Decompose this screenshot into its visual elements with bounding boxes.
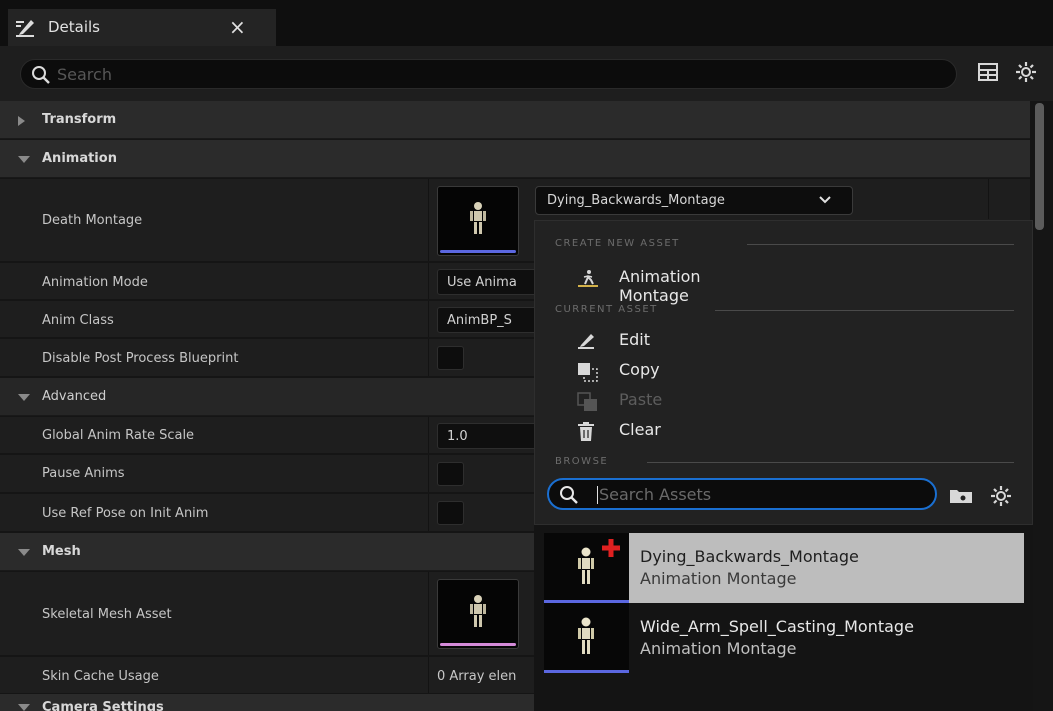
property-label: Disable Post Process Blueprint	[42, 351, 239, 366]
property-label: Skin Cache Usage	[42, 669, 159, 684]
column-divider	[428, 572, 429, 655]
search-icon	[560, 486, 578, 504]
property-label: Global Anim Rate Scale	[42, 428, 195, 443]
menu-item-label: Copy	[619, 360, 660, 379]
text-caret	[597, 486, 598, 504]
section-header-create: CREATE NEW ASSET	[555, 238, 680, 249]
thumbnail-type-bar	[440, 250, 516, 253]
thumbnail-type-bar	[440, 643, 516, 646]
category-transform[interactable]: Transform	[0, 101, 1030, 139]
property-label: Pause Anims	[42, 466, 125, 481]
column-divider	[428, 494, 429, 531]
column-divider	[428, 339, 429, 376]
property-label: Animation Mode	[42, 275, 148, 290]
menu-item-label: Clear	[619, 420, 661, 439]
tab-bar: Details ×	[0, 0, 1053, 46]
asset-type: Animation Montage	[640, 569, 797, 588]
asset-name: Dying_Backwards_Montage	[640, 547, 859, 566]
property-label: Use Ref Pose on Init Anim	[42, 506, 209, 521]
skeleton-icon	[578, 617, 594, 654]
column-divider	[428, 657, 429, 693]
skeleton-icon	[470, 202, 486, 234]
category-label: Transform	[42, 112, 117, 127]
column-divider	[428, 263, 429, 299]
section-divider	[747, 244, 1014, 245]
anim-class-dropdown[interactable]: AnimBP_S	[437, 307, 537, 333]
property-label: Skeletal Mesh Asset	[42, 607, 172, 622]
section-header-current: CURRENT ASSET	[555, 304, 658, 315]
category-label: Mesh	[42, 544, 81, 559]
copy-icon	[578, 363, 598, 382]
section-divider	[647, 462, 1014, 463]
category-animation[interactable]: Animation	[0, 140, 1030, 178]
skeleton-icon	[578, 547, 594, 584]
column-divider	[428, 455, 429, 492]
skeletal-mesh-thumbnail[interactable]	[437, 579, 519, 649]
scrollbar-thumb[interactable]	[1035, 103, 1044, 230]
property-matrix-icon[interactable]	[978, 63, 998, 81]
menu-item-label: Paste	[619, 390, 663, 409]
details-pencil-icon	[16, 20, 34, 37]
category-label: Animation	[42, 151, 117, 166]
pause-anims-checkbox[interactable]	[437, 462, 464, 486]
column-divider	[428, 301, 429, 337]
category-label: Camera Settings	[42, 700, 164, 711]
asset-thumbnail	[544, 603, 629, 673]
paste-icon	[577, 392, 597, 411]
skin-cache-value: 0 Array elen	[437, 669, 517, 684]
animation-mode-dropdown[interactable]: Use Anima	[437, 269, 537, 295]
thumbnail-type-bar	[544, 670, 629, 673]
property-label: Death Montage	[42, 213, 143, 228]
collapse-arrow-icon	[18, 394, 30, 401]
list-item-asset[interactable]: Dying_Backwards_Montage Animation Montag…	[544, 533, 1024, 603]
section-divider	[715, 310, 1014, 311]
collapse-arrow-icon	[18, 156, 30, 163]
column-divider	[428, 179, 429, 261]
asset-search-input[interactable]: Search Assets	[547, 478, 937, 510]
settings-gear-icon[interactable]	[990, 485, 1012, 507]
tab-label: Details	[48, 18, 101, 36]
asset-list: Dying_Backwards_Montage Animation Montag…	[534, 525, 1033, 711]
settings-gear-icon[interactable]	[1015, 61, 1037, 83]
search-icon	[32, 66, 50, 84]
expand-arrow-icon	[18, 116, 25, 126]
asset-name: Wide_Arm_Spell_Casting_Montage	[640, 617, 914, 636]
details-search-input[interactable]: Search	[20, 59, 957, 89]
column-divider	[428, 417, 429, 453]
search-placeholder: Search	[57, 65, 112, 84]
close-icon[interactable]: ×	[229, 15, 246, 39]
asset-type: Animation Montage	[640, 639, 797, 658]
trash-icon	[578, 422, 594, 441]
asset-picker-menu: CREATE NEW ASSET Animation Montage CURRE…	[534, 220, 1033, 525]
collapse-arrow-icon	[18, 549, 30, 556]
category-label: Advanced	[42, 389, 107, 404]
new-asset-plus-icon	[602, 539, 620, 557]
death-montage-combo[interactable]: Dying_Backwards_Montage	[535, 186, 853, 215]
list-item-asset[interactable]: Wide_Arm_Spell_Casting_Montage Animation…	[544, 603, 1024, 673]
combo-value: Dying_Backwards_Montage	[547, 193, 725, 208]
chevron-down-icon	[819, 196, 831, 204]
disable-post-process-checkbox[interactable]	[437, 346, 464, 370]
property-label: Anim Class	[42, 313, 114, 328]
menu-item-label: Animation Montage	[619, 267, 701, 305]
tab-details[interactable]: Details ×	[8, 9, 276, 46]
use-ref-pose-checkbox[interactable]	[437, 501, 464, 525]
menu-item-label: Edit	[619, 330, 650, 349]
asset-thumbnail	[544, 533, 629, 603]
animation-montage-icon	[578, 270, 598, 287]
section-header-browse: BROWSE	[555, 456, 609, 467]
global-anim-rate-input[interactable]: 1.0	[437, 423, 537, 449]
search-placeholder: Search Assets	[599, 485, 712, 504]
skeleton-icon	[470, 595, 486, 627]
edit-pencil-icon	[578, 334, 594, 349]
category-camera-settings[interactable]: Camera Settings	[0, 694, 534, 711]
details-search-row: Search	[0, 46, 1053, 101]
folder-icon[interactable]	[949, 488, 973, 504]
reset-column	[988, 179, 1030, 219]
collapse-arrow-icon	[18, 704, 30, 711]
death-montage-thumbnail[interactable]	[437, 186, 519, 256]
